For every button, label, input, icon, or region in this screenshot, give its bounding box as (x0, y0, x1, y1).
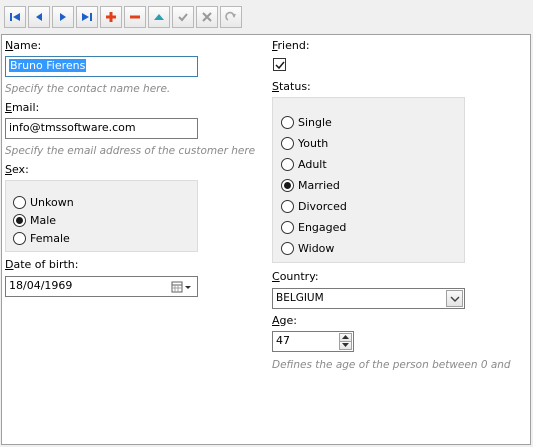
country-select[interactable]: BELGIUM (272, 288, 465, 309)
checkmark-icon (178, 13, 188, 22)
delete-record-button[interactable] (124, 6, 146, 28)
radio-button[interactable] (281, 179, 294, 192)
country-dropdown-button[interactable] (446, 290, 463, 307)
radio-button[interactable] (13, 196, 26, 209)
cross-icon (202, 12, 212, 22)
sex-radio-group: Unkown Male Female (5, 180, 198, 252)
navigator-toolbar (0, 0, 533, 34)
sex-option-label: Unkown (30, 196, 74, 209)
dob-label: Date of birth: (5, 258, 79, 271)
refresh-icon (225, 11, 236, 21)
radio-button[interactable] (281, 116, 294, 129)
arrow-up-icon (342, 335, 349, 339)
radio-button[interactable] (281, 137, 294, 150)
sex-option-label: Female (30, 232, 70, 245)
minus-icon (130, 15, 140, 19)
next-record-button[interactable] (52, 6, 74, 28)
dob-value: 18/04/1969 (9, 279, 73, 292)
email-hint: Specify the email address of the custome… (5, 145, 256, 157)
status-option-engaged[interactable]: Engaged (281, 221, 346, 234)
sex-option-unkown[interactable]: Unkown (13, 196, 74, 209)
name-hint: Specify the contact name here. (5, 83, 171, 95)
radio-button[interactable] (281, 158, 294, 171)
age-spin-edit[interactable]: 47 (272, 331, 354, 352)
prior-record-button[interactable] (28, 6, 50, 28)
name-label: Name: (5, 39, 42, 52)
status-option-label: Youth (298, 137, 329, 150)
age-spin-down-button[interactable] (339, 341, 352, 350)
edit-record-button[interactable] (148, 6, 170, 28)
cancel-record-button[interactable] (196, 6, 218, 28)
last-record-button[interactable] (76, 6, 98, 28)
status-option-married[interactable]: Married (281, 179, 340, 192)
sex-label: Sex: (5, 163, 29, 176)
insert-record-button[interactable] (100, 6, 122, 28)
status-option-youth[interactable]: Youth (281, 137, 328, 150)
age-hint: Defines the age of the person between 0 … (272, 359, 512, 371)
arrow-down-icon (342, 343, 349, 347)
friend-checkbox[interactable] (273, 58, 286, 71)
first-record-button[interactable] (4, 6, 26, 28)
sex-option-female[interactable]: Female (13, 232, 70, 245)
status-option-divorced[interactable]: Divorced (281, 200, 347, 213)
status-option-label: Divorced (298, 200, 347, 213)
prior-record-icon (36, 13, 42, 21)
name-field[interactable]: Bruno Fierens (5, 56, 198, 77)
radio-button[interactable] (281, 242, 294, 255)
status-option-adult[interactable]: Adult (281, 158, 327, 171)
calendar-dropdown-button[interactable] (170, 279, 194, 294)
status-option-label: Widow (298, 242, 335, 255)
refresh-record-button[interactable] (220, 6, 242, 28)
country-value: BELGIUM (276, 292, 324, 304)
last-record-icon (82, 13, 92, 21)
plus-icon (106, 12, 116, 22)
form-panel: Name: Bruno Fierens Specify the contact … (1, 34, 531, 445)
chevron-down-icon (450, 296, 459, 302)
status-option-single[interactable]: Single (281, 116, 332, 129)
edit-up-icon (154, 14, 164, 20)
status-option-widow[interactable]: Widow (281, 242, 334, 255)
status-option-label: Single (298, 116, 332, 129)
checkmark-icon (275, 61, 285, 70)
post-record-button[interactable] (172, 6, 194, 28)
sex-option-label: Male (30, 214, 57, 227)
country-label: Country: (272, 270, 319, 283)
status-label: Status: (272, 80, 311, 93)
radio-button[interactable] (13, 232, 26, 245)
email-field-value: info@tmssoftware.com (9, 121, 136, 134)
status-option-label: Adult (298, 158, 327, 171)
dob-date-picker[interactable]: 18/04/1969 (5, 276, 198, 297)
next-record-icon (60, 13, 66, 21)
friend-label: Friend: (272, 39, 310, 52)
age-value: 47 (276, 334, 290, 347)
calendar-icon (171, 281, 191, 292)
status-option-label: Engaged (298, 221, 347, 234)
email-field[interactable]: info@tmssoftware.com (5, 118, 198, 139)
name-field-value: Bruno Fierens (9, 59, 87, 72)
first-record-icon (10, 13, 20, 21)
email-label: Email: (5, 101, 40, 114)
radio-button[interactable] (281, 221, 294, 234)
sex-option-male[interactable]: Male (13, 214, 56, 227)
radio-button[interactable] (13, 214, 26, 227)
age-label: Age: (272, 314, 297, 327)
status-option-label: Married (298, 179, 340, 192)
radio-button[interactable] (281, 200, 294, 213)
status-radio-group: Single Youth Adult Married Divorced Enga… (272, 97, 465, 263)
